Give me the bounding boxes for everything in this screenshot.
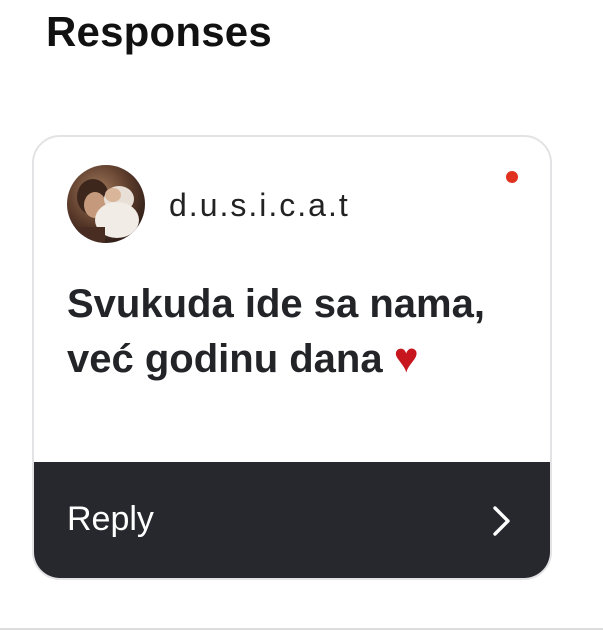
response-message: Svukuda ide sa nama, već godinu dana ♥ <box>67 277 507 386</box>
reply-label: Reply <box>67 500 154 538</box>
reply-button[interactable]: Reply <box>34 462 550 578</box>
response-message-text: Svukuda ide sa nama, već godinu dana <box>67 282 485 381</box>
avatar-photo-icon <box>67 165 145 243</box>
unread-indicator <box>506 171 518 183</box>
responses-title: Responses <box>46 8 272 55</box>
responses-page: Responses d.u.s.i.c.a.t Svukuda ide sa n… <box>0 0 603 637</box>
response-username[interactable]: d.u.s.i.c.a.t <box>169 187 350 224</box>
chevron-right-icon <box>493 506 510 536</box>
response-card[interactable]: d.u.s.i.c.a.t Svukuda ide sa nama, već g… <box>32 135 552 580</box>
user-avatar[interactable] <box>67 165 145 243</box>
heart-emoji-icon: ♥ <box>393 334 419 381</box>
bottom-divider <box>0 628 603 630</box>
